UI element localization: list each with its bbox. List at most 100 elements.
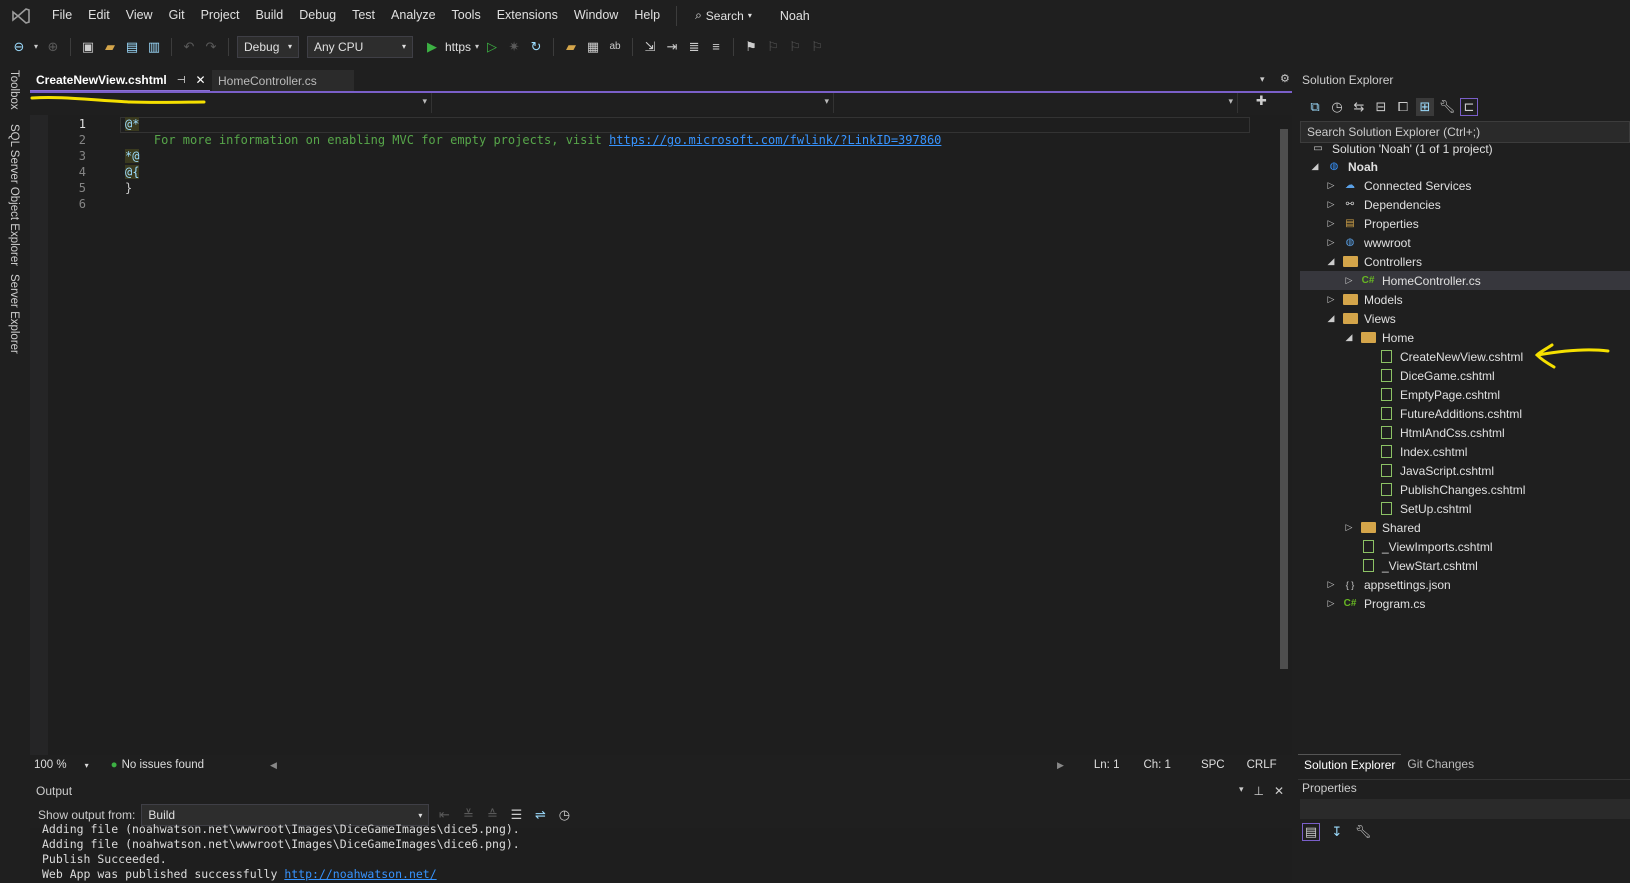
close-icon[interactable]: ✕ — [195, 73, 205, 87]
type-context-select[interactable]: ▾ — [432, 93, 834, 113]
line-ending-indicator[interactable]: CRLF — [1247, 759, 1277, 771]
menu-file[interactable]: File — [44, 0, 80, 31]
menu-extensions[interactable]: Extensions — [489, 0, 566, 31]
step-over-icon[interactable]: ⇥ — [663, 38, 681, 56]
start-debugging-icon[interactable]: ▶ — [423, 38, 441, 56]
collapsed-arrow-icon[interactable]: ▷ — [1326, 579, 1336, 590]
tree-item-viewstart[interactable]: _ViewStart.cshtml — [1300, 556, 1630, 575]
pin-icon[interactable]: ⊣ — [177, 75, 186, 86]
open-file-icon[interactable]: ▰ — [101, 38, 119, 56]
navigate-forward-icon[interactable]: ⊕ — [44, 38, 62, 56]
collapse-all-icon[interactable]: ⊟ — [1372, 98, 1390, 116]
menu-project[interactable]: Project — [193, 0, 248, 31]
member-context-select[interactable]: ▾ — [834, 93, 1238, 113]
expanded-arrow-icon[interactable]: ◢ — [1310, 161, 1320, 172]
menu-analyze[interactable]: Analyze — [383, 0, 443, 31]
published-site-link[interactable]: http://noahwatson.net/ — [284, 867, 436, 881]
tree-item-dependencies[interactable]: ▷ ⚯ Dependencies — [1300, 195, 1630, 214]
window-position-icon[interactable]: ▾ — [1239, 784, 1244, 798]
expanded-arrow-icon[interactable]: ◢ — [1326, 256, 1336, 267]
solution-configuration-select[interactable]: Debug ▾ — [237, 35, 299, 58]
outdent-icon[interactable]: ≡ — [707, 38, 725, 56]
fwlink-link[interactable]: https://go.microsoft.com/fwlink/?LinkID=… — [609, 133, 941, 147]
tree-item-appsettings[interactable]: ▷ { } appsettings.json — [1300, 575, 1630, 594]
menu-help[interactable]: Help — [626, 0, 668, 31]
navigate-back-icon[interactable]: ⊖ — [10, 38, 28, 56]
tree-item-view-file[interactable]: SetUp.cshtml — [1300, 499, 1630, 518]
hot-reload-icon[interactable]: ✷ — [505, 38, 523, 56]
gear-icon[interactable]: ⚙ — [1280, 72, 1290, 85]
tree-item-program[interactable]: ▷ C# Program.cs — [1300, 594, 1630, 613]
tree-item-view-file[interactable]: HtmlAndCss.cshtml — [1300, 423, 1630, 442]
filter-icon[interactable]: ⊞ — [1416, 98, 1434, 116]
menu-view[interactable]: View — [118, 0, 161, 31]
step-into-icon[interactable]: ⇲ — [641, 38, 659, 56]
collapsed-arrow-icon[interactable]: ▷ — [1326, 180, 1336, 191]
tree-item-models[interactable]: ▷ Models — [1300, 290, 1630, 309]
menu-build[interactable]: Build — [247, 0, 291, 31]
property-pages-icon[interactable]: 🔧︎ — [1354, 823, 1372, 841]
preview-selected-icon[interactable]: ⊏ — [1460, 98, 1478, 116]
split-window-icon[interactable]: ✚ — [1256, 93, 1267, 115]
properties-wrench-icon[interactable]: 🔧︎ — [1438, 98, 1456, 116]
switch-views-icon[interactable]: ⧉ — [1306, 98, 1324, 116]
layout-icon[interactable]: ▦ — [584, 38, 602, 56]
toolbox-tab[interactable]: Toolbox — [8, 70, 20, 110]
redo-icon[interactable]: ↷ — [202, 38, 220, 56]
line-indicator[interactable]: Ln: 1 — [1094, 759, 1120, 771]
save-icon[interactable]: ▤ — [123, 38, 141, 56]
tree-item-view-file[interactable]: EmptyPage.cshtml — [1300, 385, 1630, 404]
collapsed-arrow-icon[interactable]: ▷ — [1344, 522, 1354, 533]
tree-item-properties[interactable]: ▷ ▤ Properties — [1300, 214, 1630, 233]
close-icon[interactable]: ✕ — [1274, 784, 1284, 798]
menu-window[interactable]: Window — [566, 0, 626, 31]
pending-changes-icon[interactable]: ◷ — [1328, 98, 1346, 116]
server-explorer-tab[interactable]: Server Explorer — [8, 274, 20, 354]
tab-list-dropdown-icon[interactable]: ▾ — [1260, 74, 1265, 85]
solution-node[interactable]: ▭ Solution 'Noah' (1 of 1 project) — [1300, 139, 1630, 158]
collapsed-arrow-icon[interactable]: ▷ — [1326, 237, 1336, 248]
code-editor[interactable] — [30, 115, 1276, 755]
tab-homecontroller[interactable]: HomeController.cs — [212, 70, 354, 92]
scrollbar-thumb[interactable] — [1280, 129, 1288, 669]
new-project-icon[interactable]: ▣ — [79, 38, 97, 56]
tree-item-wwwroot[interactable]: ▷ ◍ wwwroot — [1300, 233, 1630, 252]
output-text[interactable]: Adding file (noahwatson.net\wwwroot\Imag… — [30, 822, 1292, 883]
tab-createnewview[interactable]: CreateNewView.cshtml ⊣ ✕ — [30, 70, 210, 92]
browse-folder-icon[interactable]: ▰ — [562, 38, 580, 56]
expanded-arrow-icon[interactable]: ◢ — [1344, 332, 1354, 343]
categorized-icon[interactable]: ▤ — [1302, 823, 1320, 841]
chevron-down-icon[interactable]: ▾ — [85, 761, 89, 770]
menu-git[interactable]: Git — [161, 0, 193, 31]
tree-item-shared[interactable]: ▷ Shared — [1300, 518, 1630, 537]
tree-item-view-file[interactable]: PublishChanges.cshtml — [1300, 480, 1630, 499]
indent-icon[interactable]: ≣ — [685, 38, 703, 56]
output-scrollbar[interactable] — [1276, 828, 1292, 883]
tree-item-view-file[interactable]: Index.cshtml — [1300, 442, 1630, 461]
tab-git-changes[interactable]: Git Changes — [1401, 754, 1480, 775]
show-all-files-icon[interactable]: ⧠ — [1394, 98, 1412, 116]
refresh-icon[interactable]: ↻ — [527, 38, 545, 56]
collapsed-arrow-icon[interactable]: ▷ — [1326, 218, 1336, 229]
collapsed-arrow-icon[interactable]: ▷ — [1326, 199, 1336, 210]
timestamp-icon[interactable]: ◷ — [555, 806, 573, 824]
spell-check-icon[interactable]: ab — [606, 38, 624, 56]
tree-item-views[interactable]: ◢ Views — [1300, 309, 1630, 328]
run-target-label[interactable]: https — [445, 40, 471, 54]
alphabetical-icon[interactable]: ↧ — [1328, 823, 1346, 841]
pin-icon[interactable]: ⊥ — [1253, 784, 1263, 798]
tree-item-connected-services[interactable]: ▷ ☁ Connected Services — [1300, 176, 1630, 195]
scroll-right-icon[interactable]: ▶ — [1057, 760, 1064, 771]
scroll-left-icon[interactable]: ◀ — [270, 760, 277, 771]
tree-item-homecontroller[interactable]: ▷ C# HomeController.cs — [1300, 271, 1630, 290]
tree-item-view-file[interactable]: JavaScript.cshtml — [1300, 461, 1630, 480]
sync-with-document-icon[interactable]: ⇆ — [1350, 98, 1368, 116]
collapsed-arrow-icon[interactable]: ▷ — [1326, 294, 1336, 305]
menu-test[interactable]: Test — [344, 0, 383, 31]
bookmark-icon[interactable]: ⚑ — [742, 38, 760, 56]
tree-item-viewimports[interactable]: _ViewImports.cshtml — [1300, 537, 1630, 556]
tab-solution-explorer[interactable]: Solution Explorer — [1298, 754, 1402, 775]
start-without-debugging-icon[interactable]: ▷ — [483, 38, 501, 56]
collapsed-arrow-icon[interactable]: ▷ — [1326, 598, 1336, 609]
column-indicator[interactable]: Ch: 1 — [1143, 759, 1171, 771]
